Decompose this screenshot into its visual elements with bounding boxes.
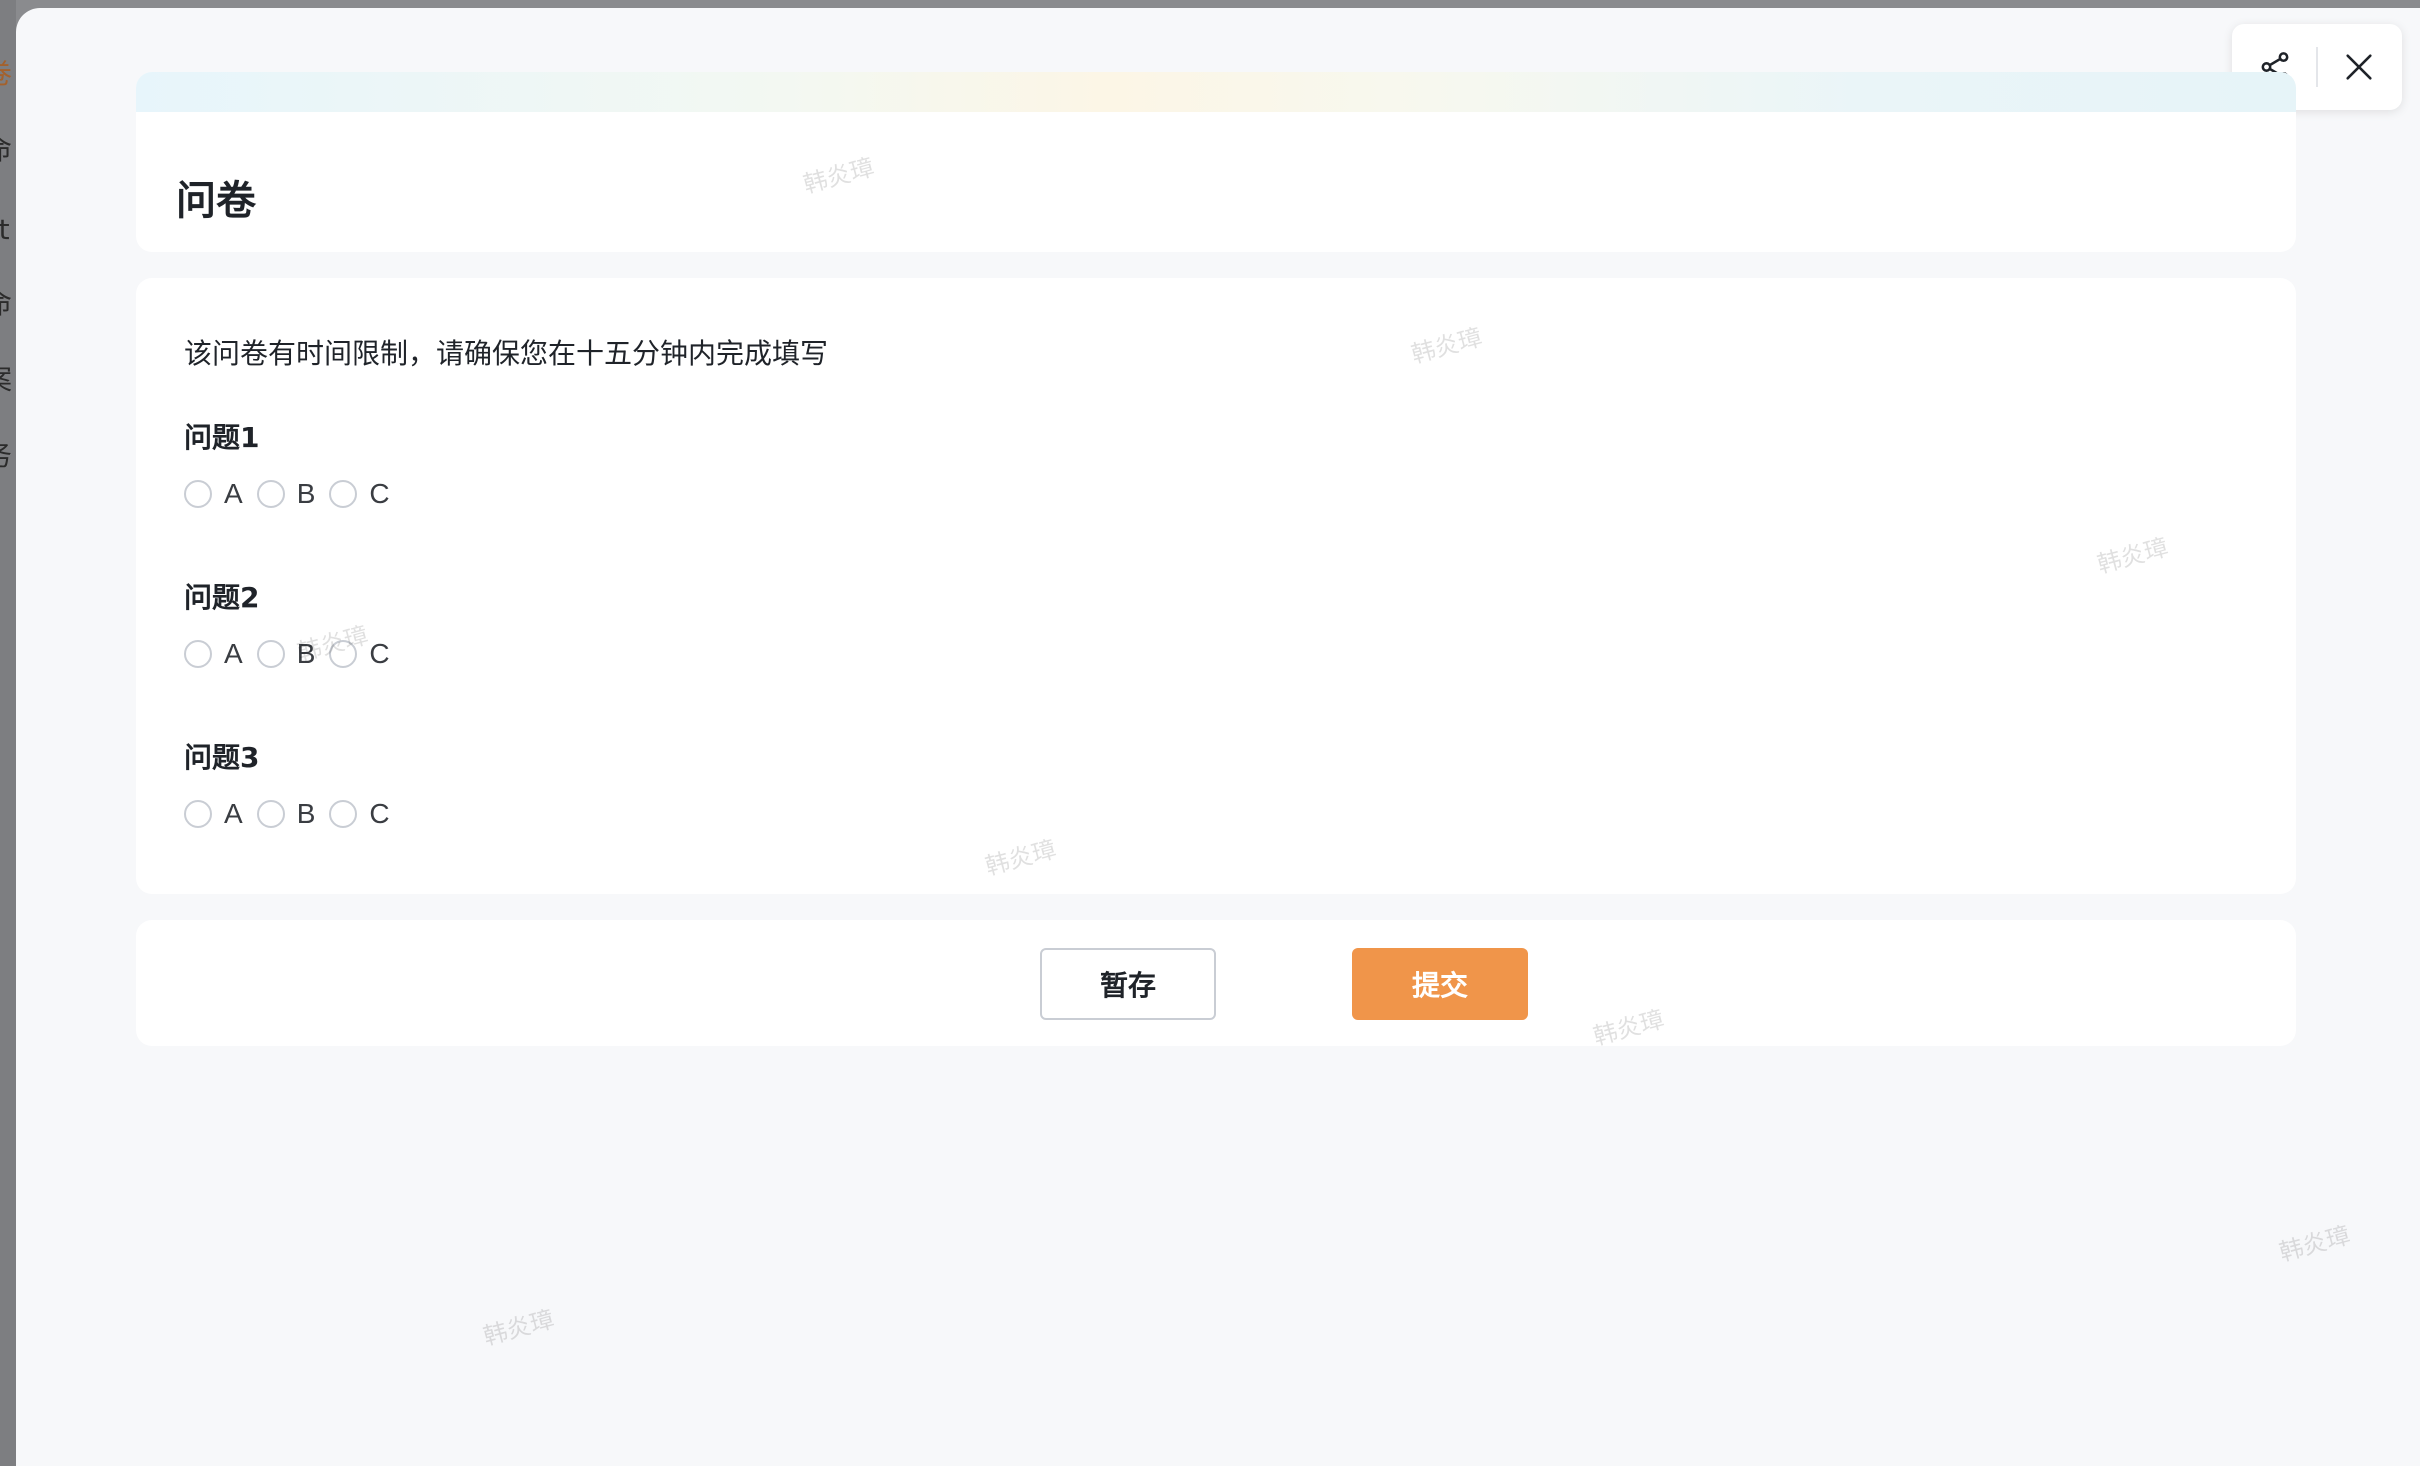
close-button[interactable]: [2338, 46, 2380, 88]
radio-button[interactable]: [184, 640, 212, 668]
option-b[interactable]: B: [256, 798, 316, 830]
option-b[interactable]: B: [256, 638, 316, 670]
option-c[interactable]: C: [329, 798, 390, 830]
radio-button[interactable]: [184, 480, 212, 508]
option-label: A: [224, 638, 243, 669]
option-label: B: [296, 478, 316, 509]
toolbar-divider: [2316, 47, 2318, 87]
radio-button[interactable]: [184, 800, 212, 828]
option-a[interactable]: A: [184, 638, 243, 670]
save-draft-button[interactable]: 暂存: [1040, 948, 1216, 1020]
question-title: 问题1: [184, 421, 260, 454]
question-3: 问题3 A B C: [184, 738, 404, 830]
radio-button[interactable]: [329, 640, 358, 668]
radio-button[interactable]: [256, 800, 285, 828]
question-title: 问题2: [184, 581, 260, 614]
option-a[interactable]: A: [184, 478, 243, 510]
option-label: B: [296, 798, 316, 829]
background-sidebar-text: 务: [0, 442, 12, 470]
option-label: A: [224, 798, 243, 829]
background-sidebar-text: st: [0, 213, 10, 246]
background-sidebar-text: 命: [0, 136, 12, 164]
option-c[interactable]: C: [329, 478, 390, 510]
option-a[interactable]: A: [184, 798, 243, 830]
questionnaire-modal: 问卷 该问卷有时间限制，请确保您在十五分钟内完成填写 问题1 A B C 问题2…: [16, 8, 2420, 1466]
radio-button[interactable]: [256, 480, 285, 508]
background-sidebar-text: 卷: [0, 60, 12, 88]
question-title: 问题3: [184, 741, 260, 774]
background-sidebar-text: 命: [0, 290, 12, 318]
option-label: C: [369, 478, 390, 509]
time-limit-notice: 该问卷有时间限制，请确保您在十五分钟内完成填写: [184, 337, 829, 370]
question-1: 问题1 A B C: [184, 418, 404, 510]
page-title: 问卷: [176, 178, 256, 224]
option-label: A: [224, 478, 243, 509]
question-options: A B C: [184, 798, 404, 830]
question-options: A B C: [184, 478, 404, 510]
watermark: 韩炎璋: [480, 1305, 558, 1351]
radio-button[interactable]: [256, 640, 285, 668]
background-app-sidebar: 卷 命 st 命 案 务: [0, 0, 16, 1466]
option-b[interactable]: B: [256, 478, 316, 510]
header-gradient-bar: [136, 72, 2296, 112]
watermark: 韩炎璋: [2276, 1221, 2354, 1267]
radio-button[interactable]: [329, 800, 358, 828]
action-card: 暂存 提交: [136, 920, 2296, 1046]
header-card: 问卷: [136, 72, 2296, 252]
question-options: A B C: [184, 638, 404, 670]
background-sidebar-text: 案: [0, 366, 12, 394]
close-icon: [2346, 54, 2372, 80]
option-label: C: [369, 798, 390, 829]
option-label: B: [296, 638, 316, 669]
question-2: 问题2 A B C: [184, 578, 404, 670]
radio-button[interactable]: [329, 480, 358, 508]
option-label: C: [369, 638, 390, 669]
submit-button[interactable]: 提交: [1352, 948, 1528, 1020]
question-card: 该问卷有时间限制，请确保您在十五分钟内完成填写 问题1 A B C 问题2 A …: [136, 278, 2296, 894]
option-c[interactable]: C: [329, 638, 390, 670]
